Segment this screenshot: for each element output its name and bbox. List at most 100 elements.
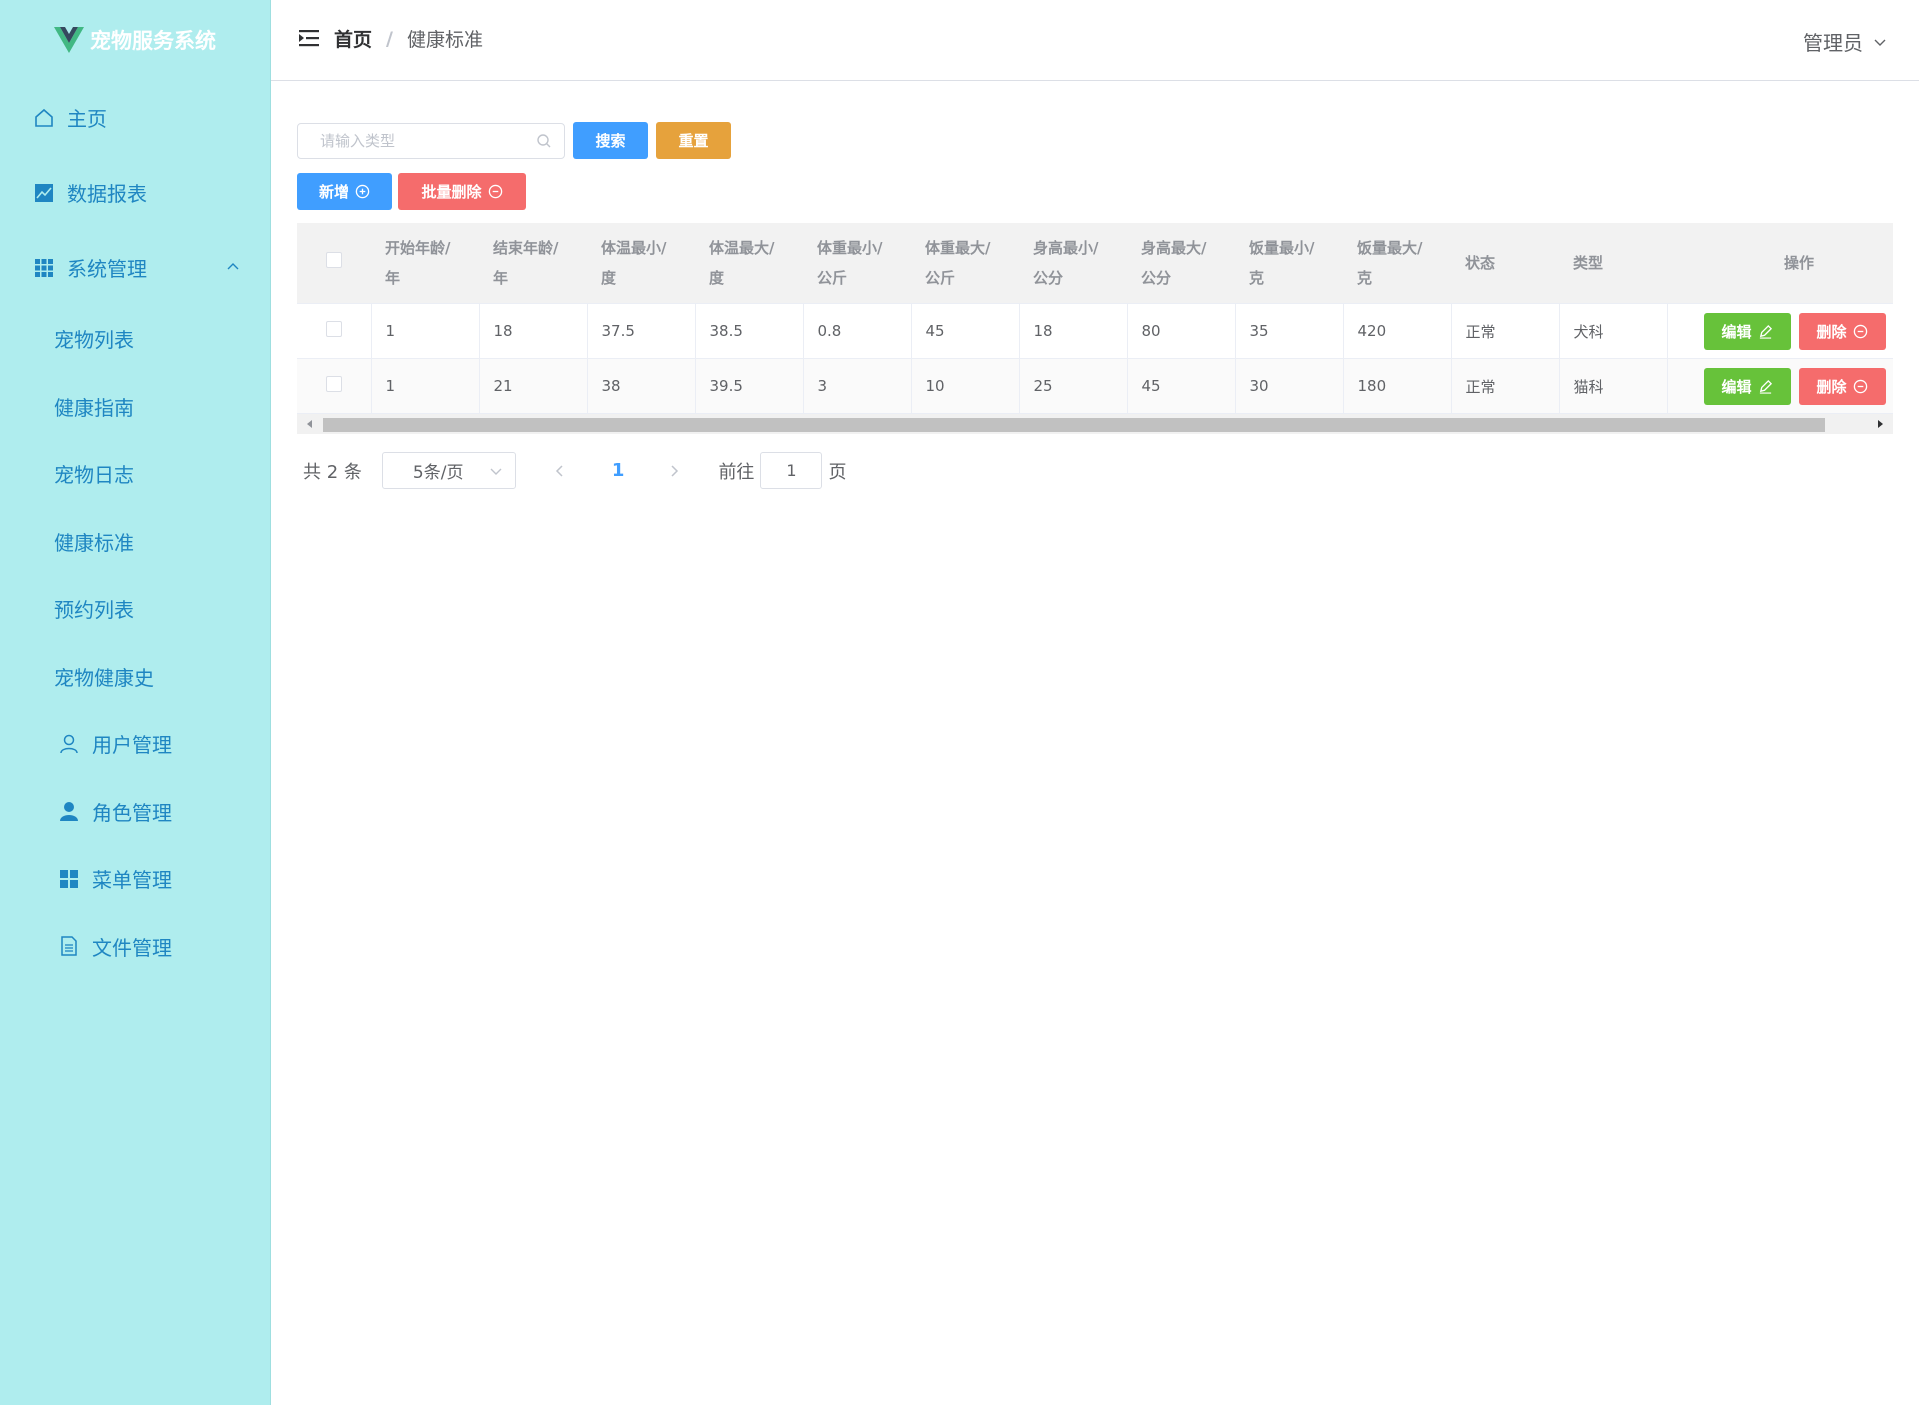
column-header: 类型	[1559, 223, 1667, 304]
column-header: 身高最大/公分	[1127, 223, 1235, 304]
column-header: 体温最小/度	[587, 223, 695, 304]
action-bar: 新增 批量删除	[297, 173, 526, 210]
search-field[interactable]	[297, 122, 565, 159]
minus-circle-icon	[1853, 379, 1867, 393]
grid-icon	[33, 257, 55, 279]
menu-grid-icon	[58, 868, 80, 890]
column-header-line2: 度	[709, 269, 725, 287]
menu-fold-icon[interactable]	[299, 29, 319, 47]
table-cell: 18	[479, 303, 588, 359]
delete-button-label: 删除	[1816, 322, 1847, 341]
chevron-left-icon	[555, 464, 563, 477]
edit-icon	[1759, 379, 1772, 394]
home-icon	[33, 107, 55, 129]
sidebar-item-appointments[interactable]: 预约列表	[0, 575, 270, 643]
plus-circle-icon	[355, 184, 370, 199]
app-title: 宠物服务系统	[90, 29, 216, 53]
edit-button[interactable]: 编辑	[1703, 367, 1791, 405]
prev-page-button[interactable]	[550, 461, 570, 481]
table-cell: 30	[1235, 358, 1344, 414]
table-horizontal-scrollbar[interactable]	[297, 414, 1893, 434]
minus-circle-icon	[488, 184, 502, 199]
column-header-line1: 体重最大/	[925, 239, 991, 257]
row-checkbox[interactable]	[325, 376, 342, 392]
table-cell: 80	[1127, 303, 1236, 359]
sidebar-item-roles[interactable]: 角色管理	[0, 778, 270, 846]
sidebar-item-label: 宠物日志	[54, 463, 134, 488]
breadcrumb-home[interactable]: 首页	[334, 25, 372, 52]
pagination-total: 共 2 条	[303, 461, 362, 483]
chevron-right-icon	[671, 464, 679, 477]
column-header: 饭量最大/克	[1343, 223, 1451, 304]
sidebar-item-label: 宠物列表	[54, 328, 134, 353]
sidebar-item-label: 菜单管理	[92, 868, 172, 893]
scroll-left-arrow-icon[interactable]	[305, 419, 315, 429]
column-header-line2: 克	[1249, 269, 1265, 287]
column-header: 体温最大/度	[695, 223, 803, 304]
table-cell: 0.8	[803, 303, 912, 359]
ops-cell: 编辑 删除	[1667, 303, 1893, 359]
column-header: 身高最小/公分	[1019, 223, 1127, 304]
sidebar-item-pet-log[interactable]: 宠物日志	[0, 440, 270, 508]
user-dropdown[interactable]: 管理员	[1803, 27, 1887, 56]
next-page-button[interactable]	[664, 461, 684, 481]
minus-circle-icon	[1853, 324, 1867, 338]
goto-page-input[interactable]	[760, 452, 823, 489]
sidebar-menu: 主页 数据报表 系统管理 宠物列表 健康指南 宠物日志 健康标准 预约列表 宠物…	[0, 80, 270, 980]
column-header-line2: 度	[601, 269, 617, 287]
table-header-row: 开始年龄/年 结束年龄/年 体温最小/度 体温最大/度 体重最小/公斤 体重最大…	[297, 223, 1893, 304]
column-header-line2: 年	[385, 269, 401, 287]
table-cell: 35	[1235, 303, 1344, 359]
search-button[interactable]: 搜索	[573, 122, 648, 159]
user-filled-icon	[58, 800, 80, 822]
breadcrumb-separator: /	[386, 27, 393, 50]
column-header-line1: 结束年龄/	[493, 239, 559, 257]
sidebar-item-label: 角色管理	[92, 800, 172, 825]
row-checkbox[interactable]	[325, 321, 342, 337]
scroll-right-arrow-icon[interactable]	[1875, 419, 1885, 429]
page-size-select[interactable]: 5条/页	[381, 452, 516, 489]
scrollbar-thumb[interactable]	[323, 418, 1825, 432]
sidebar-item-health-standard[interactable]: 健康标准	[0, 508, 270, 576]
batch-delete-button[interactable]: 批量删除	[398, 173, 526, 210]
search-bar: 搜索 重置	[297, 122, 731, 159]
edit-button[interactable]: 编辑	[1703, 312, 1791, 350]
sidebar-item-health-guide[interactable]: 健康指南	[0, 373, 270, 441]
sidebar-item-users[interactable]: 用户管理	[0, 710, 270, 778]
search-input[interactable]	[318, 130, 522, 151]
delete-button[interactable]: 删除	[1798, 312, 1886, 350]
user-name: 管理员	[1803, 31, 1863, 55]
delete-button[interactable]: 删除	[1798, 367, 1886, 405]
sidebar-item-pet-list[interactable]: 宠物列表	[0, 305, 270, 373]
sidebar-item-pet-health-history[interactable]: 宠物健康史	[0, 643, 270, 711]
column-header-line2: 公分	[1141, 269, 1172, 287]
add-button[interactable]: 新增	[297, 173, 392, 210]
main-content: 搜索 重置 新增 批量删除 开始年龄/年 结束年龄/年 体温最小/	[271, 81, 1919, 1405]
sidebar-item-report[interactable]: 数据报表	[0, 155, 270, 230]
logo: 宠物服务系统	[0, 0, 270, 80]
column-header-line1: 饭量最小/	[1249, 239, 1315, 257]
add-button-label: 新增	[318, 183, 349, 201]
sidebar-item-menus[interactable]: 菜单管理	[0, 845, 270, 913]
sidebar-item-files[interactable]: 文件管理	[0, 913, 270, 981]
column-header-line1: 体温最大/	[709, 239, 775, 257]
table-cell: 39.5	[695, 358, 804, 414]
table-row: 1 18 37.5 38.5 0.8 45 18 80 35 420 正常 犬科	[297, 303, 1893, 359]
pagination: 共 2 条 5条/页 1 前往 页	[303, 452, 846, 489]
sidebar-item-label: 主页	[67, 107, 107, 131]
column-header-line2: 公斤	[817, 269, 848, 287]
sidebar-item-label: 数据报表	[67, 182, 147, 206]
table-cell: 420	[1343, 303, 1452, 359]
edit-icon	[1759, 324, 1772, 339]
reset-button[interactable]: 重置	[656, 122, 731, 159]
page-number[interactable]: 1	[612, 460, 625, 481]
column-header: 操作	[1667, 223, 1893, 304]
sidebar-item-label: 健康指南	[54, 395, 134, 420]
column-header: 体重最大/公斤	[911, 223, 1019, 304]
select-all-checkbox[interactable]	[326, 252, 342, 268]
table-cell: 21	[479, 358, 588, 414]
delete-button-label: 删除	[1816, 377, 1847, 396]
sidebar-item-system[interactable]: 系统管理	[0, 230, 270, 305]
page-jumper: 前往 页	[718, 452, 846, 489]
sidebar-item-home[interactable]: 主页	[0, 80, 270, 155]
